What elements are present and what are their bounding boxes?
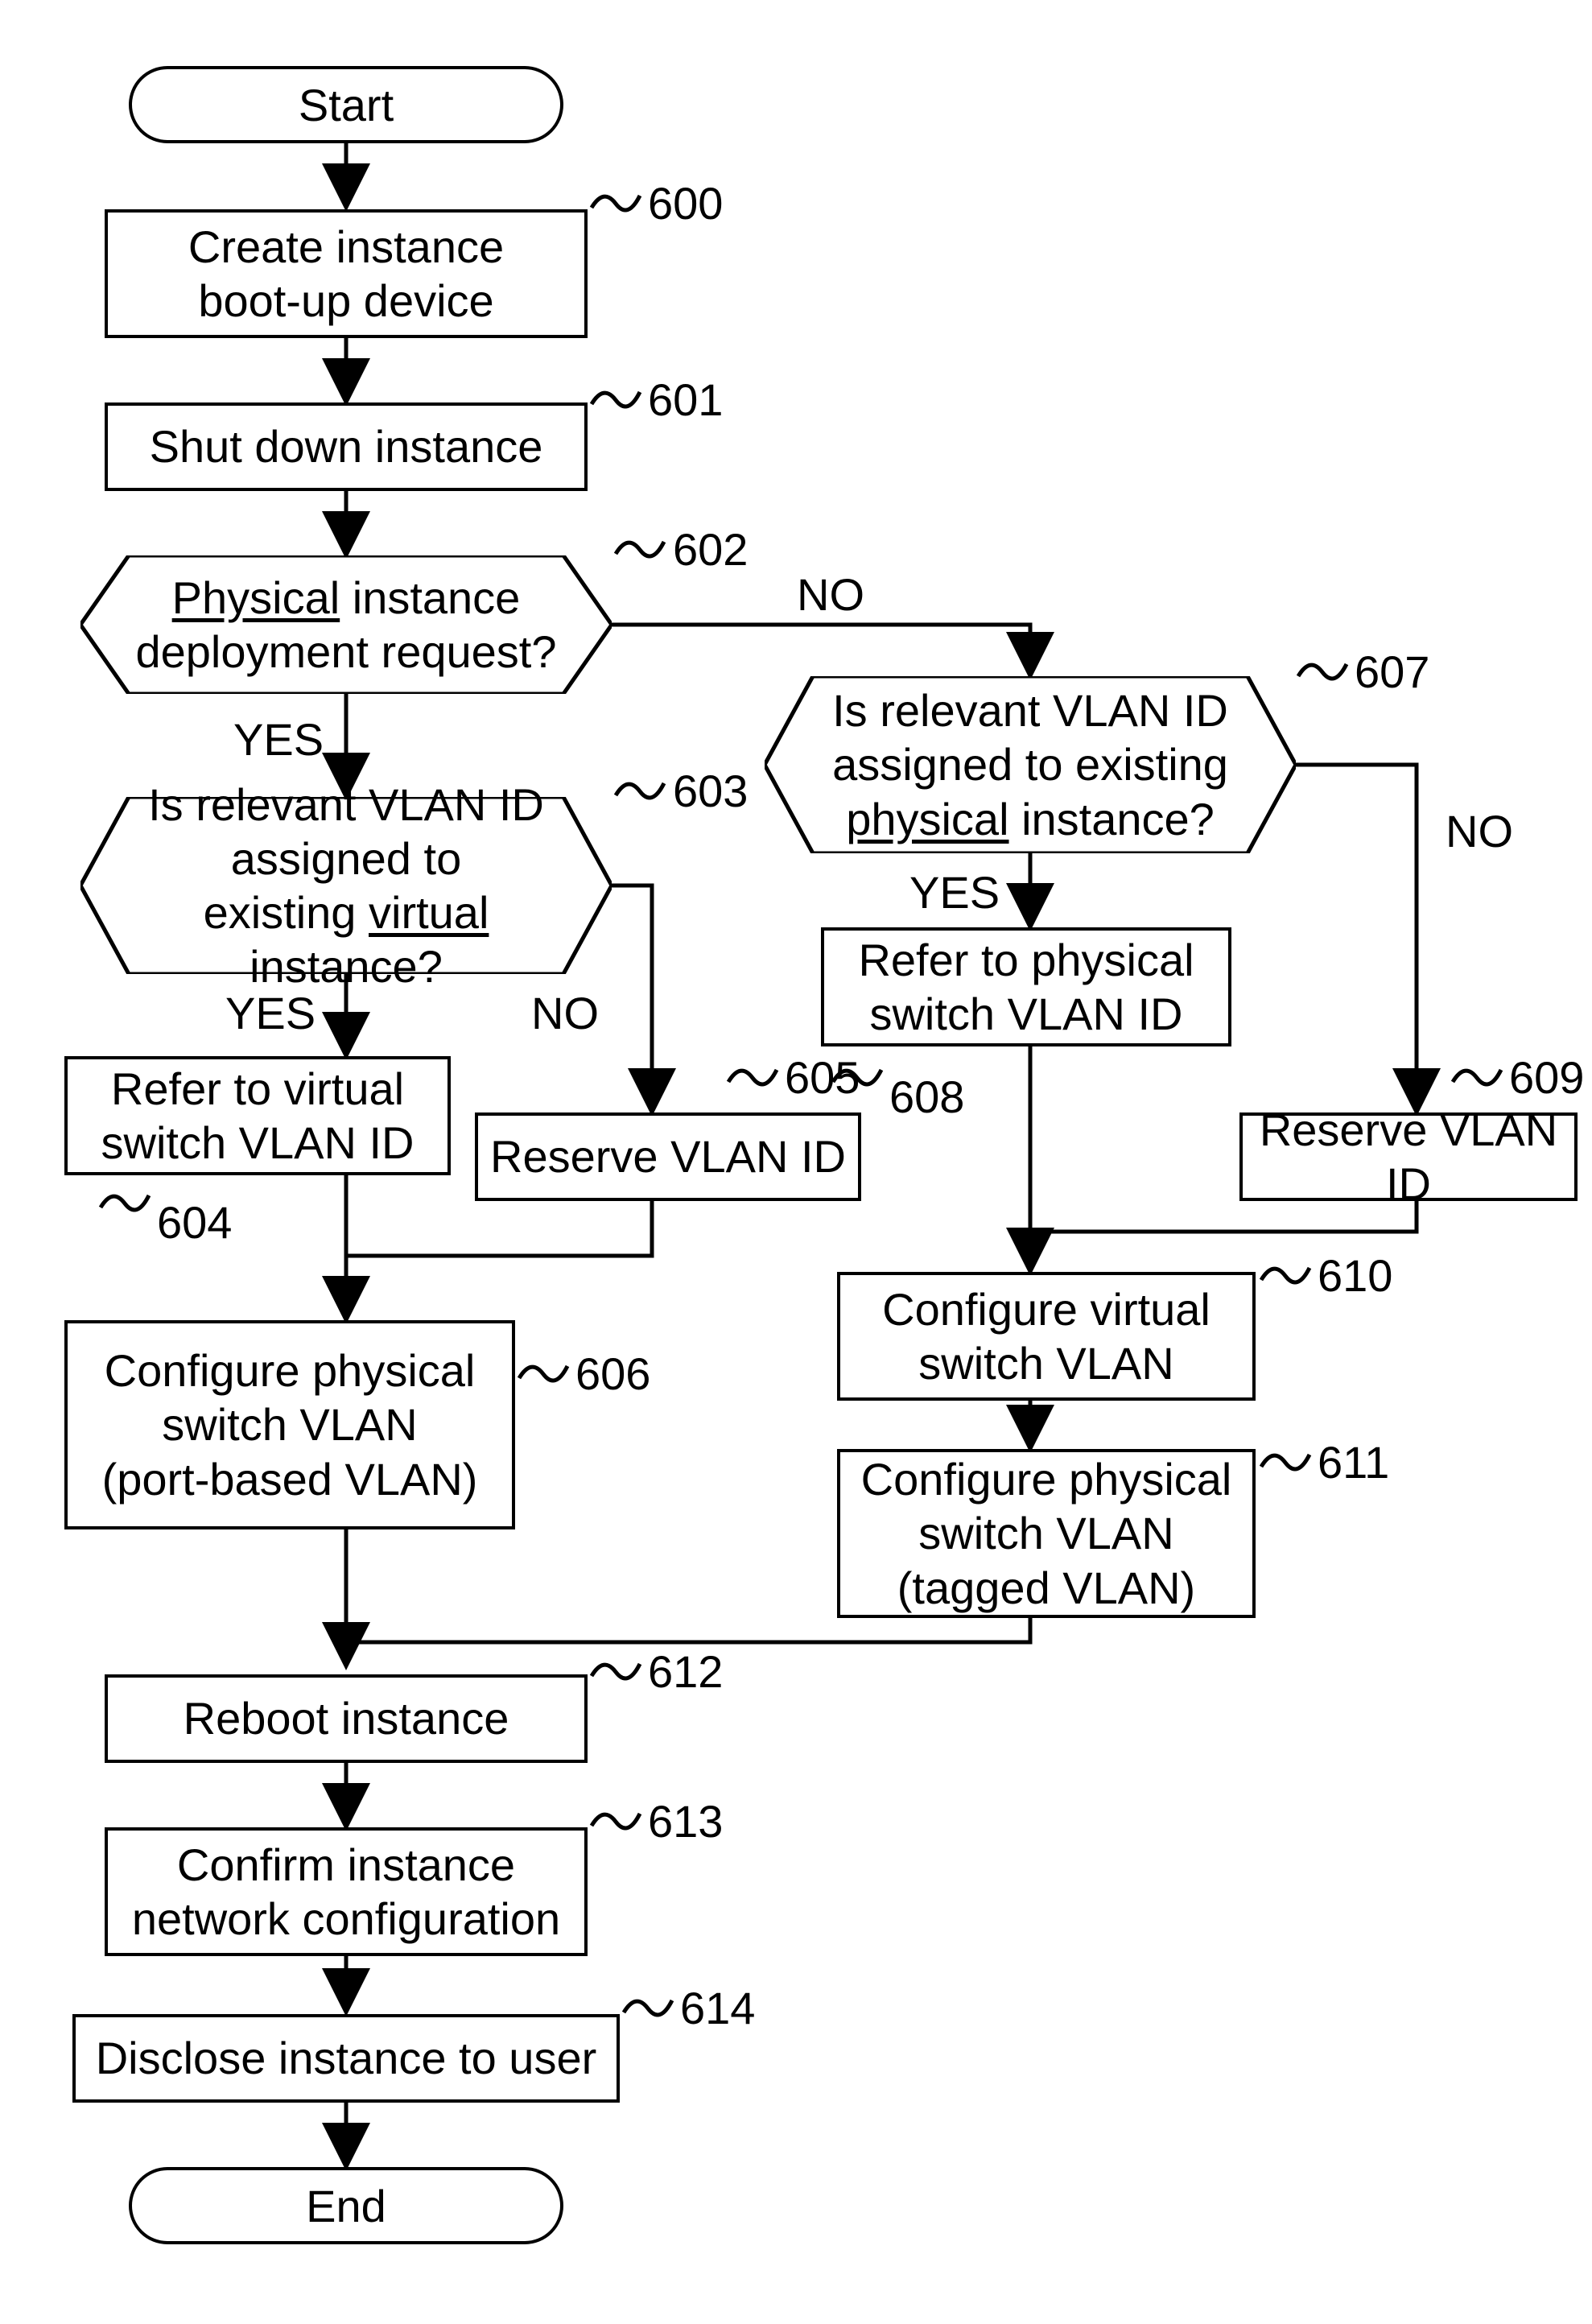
process-611-l2: switch VLAN <box>861 1506 1232 1560</box>
terminator-start: Start <box>129 66 563 143</box>
ref-611: 611 <box>1318 1436 1389 1488</box>
decision-603-l3-post: instance? <box>250 941 443 992</box>
decision-603: Is relevant VLAN ID assigned to existing… <box>80 797 612 974</box>
process-601: Shut down instance <box>105 402 588 491</box>
process-604-l2: switch VLAN ID <box>101 1116 414 1170</box>
decision-602-u: Physical <box>172 572 340 623</box>
squiggle-607 <box>1294 652 1351 684</box>
label-603-yes: YES <box>225 987 316 1039</box>
squiggle-613 <box>588 1802 644 1834</box>
ref-603: 603 <box>673 765 748 817</box>
process-604-l1: Refer to virtual <box>101 1062 414 1116</box>
decision-603-l2: assigned to <box>129 832 563 885</box>
squiggle-602 <box>612 530 668 562</box>
ref-602: 602 <box>673 523 748 576</box>
decision-603-l1: Is relevant VLAN ID <box>129 778 563 832</box>
label-602-yes: YES <box>233 713 324 766</box>
squiggle-605 <box>724 1058 781 1090</box>
decision-607-l3-post: instance? <box>1009 794 1215 844</box>
decision-607-l2: assigned to existing <box>832 737 1228 791</box>
process-608-l1: Refer to physical <box>858 933 1194 987</box>
process-611: Configure physical switch VLAN (tagged V… <box>837 1449 1256 1618</box>
process-608: Refer to physical switch VLAN ID <box>821 927 1231 1046</box>
process-600: Create instance boot-up device <box>105 209 588 338</box>
process-601-text: Shut down instance <box>150 419 543 473</box>
process-606-l3: (port-based VLAN) <box>102 1452 478 1506</box>
decision-607-l1: Is relevant VLAN ID <box>832 683 1228 737</box>
process-609-text: Reserve VLAN ID <box>1243 1103 1574 1211</box>
decision-607: Is relevant VLAN ID assigned to existing… <box>765 676 1296 853</box>
squiggle-614 <box>620 1988 676 2021</box>
ref-608: 608 <box>889 1071 964 1123</box>
process-611-l3: (tagged VLAN) <box>861 1561 1232 1615</box>
squiggle-600 <box>588 184 644 216</box>
ref-600: 600 <box>648 177 723 229</box>
process-600-line1: Create instance <box>188 220 504 274</box>
squiggle-604 <box>97 1183 153 1216</box>
squiggle-606 <box>515 1354 571 1386</box>
ref-604: 604 <box>157 1196 232 1249</box>
decision-602-post: instance <box>340 572 520 623</box>
process-610: Configure virtual switch VLAN <box>837 1272 1256 1401</box>
squiggle-608 <box>829 1058 885 1090</box>
process-606-l2: switch VLAN <box>102 1397 478 1451</box>
squiggle-611 <box>1257 1443 1314 1475</box>
process-606: Configure physical switch VLAN (port-bas… <box>64 1320 515 1529</box>
label-602-no: NO <box>797 568 864 621</box>
terminator-start-label: Start <box>299 79 394 131</box>
ref-607: 607 <box>1355 646 1429 698</box>
decision-602: Physical instance deployment request? <box>80 555 612 694</box>
process-610-l2: switch VLAN <box>882 1336 1210 1390</box>
decision-607-l3-u: physical <box>846 794 1008 844</box>
ref-612: 612 <box>648 1645 723 1698</box>
terminator-end: End <box>129 2167 563 2244</box>
process-605-text: Reserve VLAN ID <box>490 1129 846 1183</box>
squiggle-609 <box>1449 1058 1505 1090</box>
process-605: Reserve VLAN ID <box>475 1112 861 1201</box>
decision-602-l2: deployment request? <box>135 625 556 679</box>
process-613-l2: network configuration <box>132 1892 560 1946</box>
process-613: Confirm instance network configuration <box>105 1827 588 1956</box>
squiggle-612 <box>588 1652 644 1684</box>
squiggle-610 <box>1257 1256 1314 1288</box>
process-606-l1: Configure physical <box>102 1344 478 1397</box>
label-607-yes: YES <box>909 866 1000 918</box>
process-608-l2: switch VLAN ID <box>858 987 1194 1041</box>
process-604: Refer to virtual switch VLAN ID <box>64 1056 451 1175</box>
process-600-line2: boot-up device <box>188 274 504 328</box>
process-610-l1: Configure virtual <box>882 1282 1210 1336</box>
decision-603-l3-u: virtual <box>369 887 489 938</box>
ref-613: 613 <box>648 1795 723 1847</box>
label-603-no: NO <box>531 987 599 1039</box>
ref-614: 614 <box>680 1982 755 2034</box>
process-611-l1: Configure physical <box>861 1452 1232 1506</box>
squiggle-601 <box>588 380 644 412</box>
process-614-text: Disclose instance to user <box>96 2031 597 2085</box>
process-612: Reboot instance <box>105 1674 588 1763</box>
process-613-l1: Confirm instance <box>132 1838 560 1892</box>
process-614: Disclose instance to user <box>72 2014 620 2103</box>
ref-601: 601 <box>648 374 723 426</box>
ref-610: 610 <box>1318 1249 1392 1302</box>
ref-606: 606 <box>575 1348 650 1400</box>
process-612-text: Reboot instance <box>184 1691 509 1745</box>
decision-603-l3-pre: existing <box>204 887 369 938</box>
flowchart-canvas: Start Create instance boot-up device 600… <box>0 0 1592 2324</box>
label-607-no: NO <box>1446 805 1513 857</box>
squiggle-603 <box>612 771 668 803</box>
process-609: Reserve VLAN ID <box>1239 1112 1578 1201</box>
ref-609: 609 <box>1509 1051 1584 1104</box>
terminator-end-label: End <box>306 2180 386 2232</box>
